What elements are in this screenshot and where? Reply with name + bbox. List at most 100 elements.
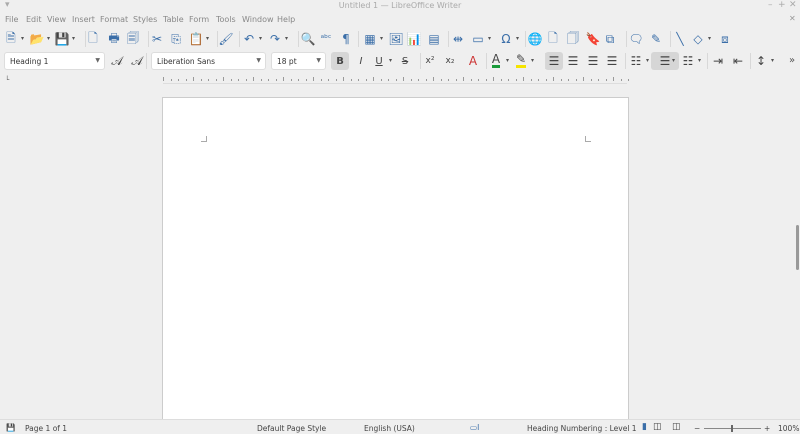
close-button[interactable]: ✕ [789, 0, 797, 10]
insert-chart-button[interactable]: 📊 [405, 30, 423, 48]
chevron-down-icon[interactable]: ▾ [708, 35, 711, 42]
bold-button[interactable]: B [331, 52, 349, 70]
font-color-button[interactable]: A [487, 52, 505, 70]
chevron-down-icon[interactable]: ▾ [698, 57, 701, 64]
menu-styles[interactable]: Styles [133, 15, 157, 24]
menu-view[interactable]: View [47, 15, 66, 24]
formatting-marks-button[interactable]: ¶ [337, 30, 355, 48]
tab-stop-icon[interactable]: └ [5, 76, 9, 84]
endnote-button[interactable]: 🗍 [564, 30, 582, 48]
paragraph-style-combo[interactable]: Heading 1 ▼ [4, 52, 105, 70]
decrease-indent-button[interactable]: ⇤ [729, 52, 747, 70]
line-button[interactable]: ╲ [671, 30, 689, 48]
footnote-button[interactable]: 🗋 [544, 30, 562, 48]
align-left-button[interactable]: ☰ [545, 52, 563, 70]
more-toolbar-button[interactable]: » [789, 55, 795, 66]
menu-insert[interactable]: Insert [72, 15, 95, 24]
update-style-button[interactable]: 𝒜 [108, 52, 126, 70]
chevron-down-icon[interactable]: ▼ [95, 57, 100, 64]
chevron-down-icon[interactable]: ▼ [316, 57, 321, 64]
chevron-down-icon[interactable]: ▼ [256, 57, 261, 64]
single-page-view-icon[interactable]: ▮ [642, 422, 647, 432]
font-name-combo[interactable]: Liberation Sans ▼ [151, 52, 266, 70]
zoom-out-button[interactable]: − [694, 424, 700, 433]
strikethrough-button[interactable]: S [396, 52, 414, 70]
zoom-in-button[interactable]: + [764, 424, 770, 433]
chevron-down-icon[interactable]: ▾ [506, 57, 509, 64]
italic-button[interactable]: I [352, 52, 370, 70]
menu-window[interactable]: Window [242, 15, 274, 24]
draw-functions-button[interactable]: ⧈ [716, 30, 734, 48]
minimize-button[interactable]: – [768, 0, 773, 10]
insert-table-button[interactable]: ▦ [361, 30, 379, 48]
book-view-icon[interactable]: ◫ [672, 422, 681, 432]
paste-button[interactable]: 📋 [187, 30, 205, 48]
menu-form[interactable]: Form [189, 15, 209, 24]
chevron-down-icon[interactable]: ▾ [47, 35, 50, 42]
close-document-button[interactable]: ✕ [789, 14, 796, 23]
chevron-down-icon[interactable]: ▾ [488, 35, 491, 42]
cut-button[interactable]: ✂ [148, 30, 166, 48]
align-right-button[interactable]: ☰ [584, 52, 602, 70]
insert-textbox-button[interactable]: ▤ [425, 30, 443, 48]
redo-button[interactable]: ↷ [266, 30, 284, 48]
chevron-down-icon[interactable]: ▾ [206, 35, 209, 42]
page-style[interactable]: Default Page Style [257, 424, 326, 433]
chevron-down-icon[interactable]: ▾ [21, 35, 24, 42]
highlight-color-button[interactable]: ✎ [512, 52, 530, 70]
track-changes-button[interactable]: ✎ [647, 30, 665, 48]
underline-button[interactable]: U [370, 52, 388, 70]
chevron-down-icon[interactable]: ▾ [72, 35, 75, 42]
hyperlink-button[interactable]: 🌐 [526, 30, 544, 48]
print-button[interactable]: 🖶 [105, 30, 123, 48]
new-style-button[interactable]: 𝒜 [128, 52, 146, 70]
document-page[interactable] [162, 97, 629, 427]
chevron-down-icon[interactable]: ▾ [516, 35, 519, 42]
increase-indent-button[interactable]: ⇥ [709, 52, 727, 70]
superscript-button[interactable]: x² [421, 52, 439, 70]
chevron-down-icon[interactable]: ▾ [672, 57, 675, 64]
insert-image-button[interactable]: 🖼 [387, 30, 405, 48]
bookmark-button[interactable]: 🔖 [584, 30, 602, 48]
chevron-down-icon[interactable]: ▾ [646, 57, 649, 64]
page-count[interactable]: Page 1 of 1 [25, 424, 67, 433]
print-preview-button[interactable]: 🗐 [124, 30, 142, 48]
zoom-slider-handle[interactable] [731, 425, 733, 432]
multi-page-view-icon[interactable]: ◫ [653, 422, 662, 432]
chevron-down-icon[interactable]: ▾ [259, 35, 262, 42]
page-break-button[interactable]: ⇹ [449, 30, 467, 48]
undo-button[interactable]: ↶ [240, 30, 258, 48]
menu-tools[interactable]: Tools [216, 15, 236, 24]
find-replace-button[interactable]: 🔍 [299, 30, 317, 48]
outline-button[interactable]: ☷ [679, 52, 697, 70]
basic-shapes-button[interactable]: ◇ [689, 30, 707, 48]
align-center-button[interactable]: ☰ [564, 52, 582, 70]
comment-button[interactable]: 🗨 [627, 30, 645, 48]
copy-button[interactable]: ⎘ [167, 30, 185, 48]
clear-formatting-button[interactable]: A [464, 52, 482, 70]
spelling-button[interactable]: ᵃᵇᶜ [317, 30, 335, 48]
clone-formatting-button[interactable]: 🖌 [217, 30, 235, 48]
maximize-button[interactable]: + [778, 0, 786, 10]
horizontal-ruler[interactable] [163, 74, 629, 84]
chevron-down-icon[interactable]: ▾ [531, 57, 534, 64]
chevron-down-icon[interactable]: ▾ [285, 35, 288, 42]
selection-mode-icon[interactable]: ▭I [470, 423, 479, 432]
insert-field-button[interactable]: ▭ [469, 30, 487, 48]
justify-button[interactable]: ☰ [603, 52, 621, 70]
menu-format[interactable]: Format [100, 15, 128, 24]
chevron-down-icon[interactable]: ▾ [380, 35, 383, 42]
chevron-down-icon[interactable]: ▾ [389, 57, 392, 64]
line-spacing-button[interactable]: ↕ [752, 52, 770, 70]
menu-table[interactable]: Table [163, 15, 184, 24]
vertical-scrollbar[interactable] [796, 225, 799, 270]
unordered-list-button[interactable]: ☷ [627, 52, 645, 70]
open-button[interactable]: 📂 [28, 30, 46, 48]
menu-help[interactable]: Help [277, 15, 295, 24]
subscript-button[interactable]: x₂ [441, 52, 459, 70]
language[interactable]: English (USA) [364, 424, 415, 433]
font-size-combo[interactable]: 18 pt ▼ [271, 52, 326, 70]
special-character-button[interactable]: Ω [497, 30, 515, 48]
chevron-down-icon[interactable]: ▾ [771, 57, 774, 64]
menu-edit[interactable]: Edit [26, 15, 42, 24]
